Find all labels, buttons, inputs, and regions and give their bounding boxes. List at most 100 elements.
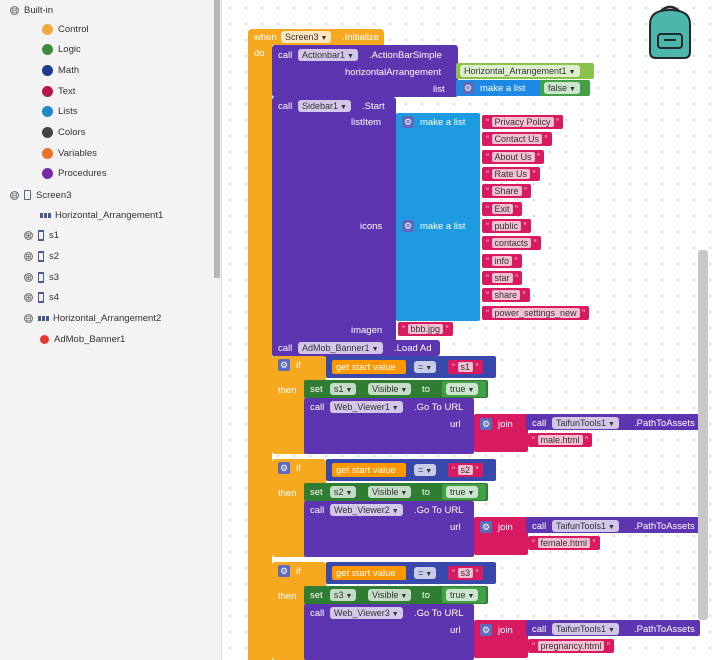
component-row[interactable]: ⊟ Horizontal_Arrangement2 <box>24 309 161 329</box>
component-row[interactable]: AdMob_Banner1 <box>40 329 125 349</box>
make-list-block[interactable] <box>396 113 480 321</box>
category-label: Procedures <box>58 168 107 180</box>
category-dot-icon <box>42 168 53 180</box>
image-string[interactable]: “ bbb.jpg ” <box>398 322 453 336</box>
to-keyword: to <box>422 487 430 498</box>
icon-string[interactable]: “ power_settings_new ” <box>482 305 590 320</box>
category-label: Control <box>58 23 89 35</box>
bool-dropdown[interactable]: true ▼ <box>446 589 479 601</box>
component-label: s2 <box>49 250 60 262</box>
compare-string[interactable]: “ s2 ” <box>448 463 483 477</box>
screen-dropdown[interactable]: Screen3 ▼ <box>281 31 332 43</box>
list-item-string[interactable]: “ Contact Us ” <box>482 132 552 147</box>
property-dropdown[interactable]: Visible ▼ <box>368 486 412 498</box>
gear-icon[interactable]: ⚙ <box>480 418 492 430</box>
category-dot-icon <box>42 23 53 35</box>
call-keyword: call <box>278 343 293 354</box>
component-row[interactable]: Horizontal_Arrangement1 <box>40 205 163 225</box>
to-keyword: to <box>422 384 430 395</box>
taifun-dropdown[interactable]: TaifunTools1 ▼ <box>552 520 619 532</box>
icon-string[interactable]: “ contacts ” <box>482 236 541 251</box>
category-procedures[interactable]: Procedures <box>42 164 107 184</box>
arg-horizontalarrangement: horizontalArrangement <box>345 67 442 78</box>
list-item-string[interactable]: “ About Us ” <box>482 149 545 164</box>
taifun-dropdown[interactable]: TaifunTools1 ▼ <box>552 623 619 635</box>
category-dot-icon <box>42 106 53 118</box>
collapse-icon[interactable]: ⊟ <box>10 5 19 15</box>
compare-string[interactable]: “ s1 ” <box>448 360 483 374</box>
gear-icon[interactable]: ⚙ <box>278 462 290 474</box>
blocks-workspace[interactable]: when Screen3 ▼ .Initialize do call Action… <box>222 0 720 660</box>
gear-icon[interactable]: ⚙ <box>278 565 290 577</box>
list-item-string[interactable]: “ Exit ” <box>482 201 523 216</box>
component-dropdown[interactable]: s1 ▼ <box>330 383 357 395</box>
bool-dropdown[interactable]: true ▼ <box>446 383 479 395</box>
component-row[interactable]: ⊞ s1 <box>24 226 59 246</box>
property-dropdown[interactable]: Visible ▼ <box>368 589 412 601</box>
component-dropdown[interactable]: s3 ▼ <box>330 589 357 601</box>
category-variables[interactable]: Variables <box>42 143 97 163</box>
false-dropdown[interactable]: false ▼ <box>544 82 580 94</box>
category-label: Math <box>58 64 80 76</box>
gear-icon[interactable]: ⚙ <box>462 82 474 94</box>
screen-row[interactable]: ⊟ Screen3 <box>10 185 71 205</box>
viewer-dropdown[interactable]: Web_Viewer3 ▼ <box>330 607 403 619</box>
gear-icon[interactable]: ⚙ <box>480 624 492 636</box>
gear-icon[interactable]: ⚙ <box>402 116 414 128</box>
collapse-icon[interactable]: ⊟ <box>10 190 19 200</box>
gear-icon[interactable]: ⚙ <box>402 220 414 232</box>
icon-string[interactable]: “ public ” <box>482 219 531 233</box>
workspace-scrollbar[interactable] <box>698 250 708 620</box>
category-math[interactable]: Math <box>42 60 79 80</box>
category-control[interactable]: Control <box>42 19 89 39</box>
viewer-dropdown[interactable]: Web_Viewer2 ▼ <box>330 504 403 516</box>
icon-string[interactable]: “ info ” <box>482 253 522 268</box>
vertical-arrangement-icon <box>38 271 44 283</box>
icon-string[interactable]: “ star ” <box>482 270 523 285</box>
bool-dropdown[interactable]: true ▼ <box>446 486 479 498</box>
sidebar-dropdown[interactable]: Sidebar1 ▼ <box>298 100 351 112</box>
sidebar-scrollbar[interactable] <box>214 0 220 278</box>
category-lists[interactable]: Lists <box>42 102 78 122</box>
category-text[interactable]: Text <box>42 81 75 101</box>
property-dropdown[interactable]: Visible ▼ <box>368 383 412 395</box>
operator-dropdown[interactable]: = ▼ <box>414 464 437 476</box>
operator-dropdown[interactable]: = ▼ <box>414 567 437 579</box>
list-item-string[interactable]: “ Privacy Policy ” <box>482 115 564 129</box>
category-logic[interactable]: Logic <box>42 40 81 60</box>
arg-list: list <box>433 84 445 95</box>
icon-string[interactable]: “ share ” <box>482 288 530 303</box>
component-label: s4 <box>49 292 60 304</box>
list-item-string[interactable]: “ Share ” <box>482 184 532 199</box>
expand-icon[interactable]: ⊞ <box>24 251 33 261</box>
expand-icon[interactable]: ⊞ <box>24 293 33 303</box>
then-keyword: then <box>278 385 297 396</box>
component-row[interactable]: ⊞ s3 <box>24 267 59 287</box>
viewer-dropdown[interactable]: Web_Viewer1 ▼ <box>330 401 403 413</box>
taifun-dropdown[interactable]: TaifunTools1 ▼ <box>552 417 619 429</box>
admob-dropdown[interactable]: AdMob_Banner1 ▼ <box>298 342 383 354</box>
vertical-arrangement-icon <box>38 230 44 242</box>
initialize-event: .Initialize <box>342 32 379 43</box>
backpack-icon[interactable] <box>640 2 700 62</box>
expand-icon[interactable]: ⊟ <box>24 314 33 323</box>
component-dropdown[interactable]: s2 ▼ <box>330 486 357 498</box>
compare-string[interactable]: “ s3 ” <box>448 566 483 580</box>
operator-dropdown[interactable]: = ▼ <box>414 361 437 373</box>
expand-icon[interactable]: ⊞ <box>24 272 33 282</box>
category-colors[interactable]: Colors <box>42 123 85 143</box>
file-string[interactable]: “ pregnancy.html ” <box>528 639 614 653</box>
list-item-string[interactable]: “ Rate Us ” <box>482 166 540 181</box>
gear-icon[interactable]: ⚙ <box>480 521 492 533</box>
builtin-row[interactable]: ⊟ Built-in <box>10 0 53 20</box>
harr-dropdown[interactable]: Horizontal_Arrangement1 ▼ <box>460 65 580 77</box>
file-string[interactable]: “ female.html ” <box>528 536 600 550</box>
component-row[interactable]: ⊞ s2 <box>24 246 59 266</box>
make-list-label: make a list <box>420 117 466 128</box>
expand-icon[interactable]: ⊞ <box>24 231 33 241</box>
set-keyword: set <box>310 384 323 395</box>
gear-icon[interactable]: ⚙ <box>278 359 290 371</box>
component-row[interactable]: ⊞ s4 <box>24 288 59 308</box>
file-string[interactable]: “ male.html ” <box>528 433 593 447</box>
actionbar-dropdown[interactable]: Actionbar1 ▼ <box>298 49 358 61</box>
